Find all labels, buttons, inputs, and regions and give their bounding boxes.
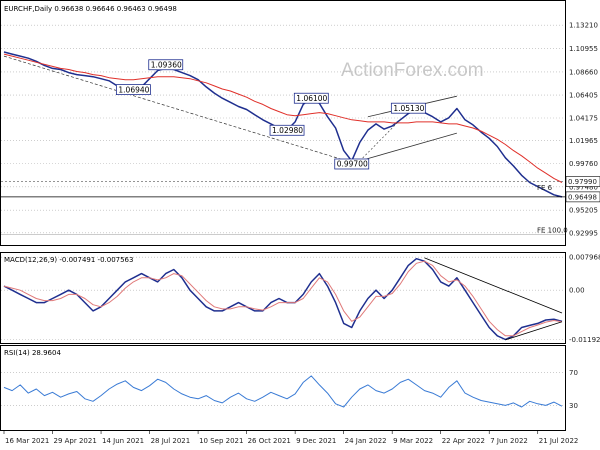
channel-lower: [359, 132, 457, 162]
rsi-panel: [0, 345, 566, 431]
y-tick-label: 1.01965: [569, 137, 598, 145]
macd-plot: 0.007968 0.00 -0.011928: [1, 254, 600, 344]
annotation-label: 0.99700: [337, 160, 368, 169]
annotation-label: 1.09360: [151, 60, 182, 69]
current-price-label: 0.96498: [568, 193, 597, 201]
level-label: 0.97990: [568, 178, 597, 186]
y-tick-label: 1.04175: [569, 115, 598, 123]
forex-chart: ActionForex.com 1.13210 1.10955 1.08660 1.0…: [0, 0, 600, 445]
price-panel: [0, 0, 566, 246]
price-plot: 1.13210 1.10955 1.08660 1.06405 1.04175 1.019…: [1, 22, 600, 237]
series-signal: [3, 260, 563, 337]
annotation-label: 1.05130: [393, 104, 424, 113]
x-tick-label: 28 Jul 2021: [151, 437, 191, 445]
x-tick-label: 14 Jun 2021: [102, 437, 144, 445]
x-tick-label: 26 Oct 2021: [248, 437, 291, 445]
annotation-label: 1.06100: [296, 94, 327, 103]
y-tick-label: 1.08660: [569, 68, 598, 76]
annotation-label: 1.02980: [272, 126, 303, 135]
fe-label-right: FE 6: [537, 184, 553, 192]
fe-label: FE 100.0: [537, 226, 568, 234]
y-tick-label: 0.92995: [569, 229, 598, 237]
chart-title: EURCHF,Daily 0.96638 0.96646 0.96463 0.9…: [4, 5, 177, 13]
y-tick-label: -0.011928: [569, 336, 600, 344]
macd-title: MACD(12,26,9) -0.007491 -0.007563: [4, 256, 133, 264]
x-tick-label: 21 Jul 2022: [539, 437, 579, 445]
x-tick-label: 16 Mar 2021: [5, 437, 49, 445]
macd-panel: [0, 252, 566, 344]
x-tick-label: 22 Apr 2022: [442, 437, 485, 445]
y-tick-label: 1.06405: [569, 92, 598, 100]
x-tick-label: 7 Jun 2022: [490, 437, 528, 445]
y-tick-label: 1.13210: [569, 22, 598, 30]
y-tick-label: 0.99760: [569, 160, 598, 168]
y-tick-label: 0.00: [569, 287, 585, 295]
y-tick-label: 1.10955: [569, 45, 598, 53]
x-tick-label: 24 Jan 2022: [345, 437, 387, 445]
x-axis: 16 Mar 2021 29 Apr 2021 14 Jun 2021 28 Jul …: [3, 430, 579, 445]
rsi-plot: 70 30: [1, 369, 578, 410]
y-tick-label: 0.95205: [569, 207, 598, 215]
x-tick-label: 9 Mar 2022: [393, 437, 433, 445]
y-tick-label: 0.007968: [569, 254, 600, 262]
watermark: ActionForex.com: [341, 60, 484, 81]
series-rsi: [3, 375, 563, 408]
macd-trendline: [424, 257, 563, 314]
y-tick-label: 30: [569, 402, 578, 410]
x-tick-label: 10 Sep 2021: [199, 437, 243, 445]
y-tick-label: 70: [569, 369, 578, 377]
x-tick-label: 29 Apr 2021: [54, 437, 97, 445]
series-macd: [3, 257, 563, 341]
annotation-label: 1.06940: [118, 85, 149, 94]
rsi-title: RSI(14) 28.9604: [4, 349, 61, 357]
x-tick-label: 9 Dec 2021: [296, 437, 336, 445]
dashed-trendline: [3, 55, 352, 163]
